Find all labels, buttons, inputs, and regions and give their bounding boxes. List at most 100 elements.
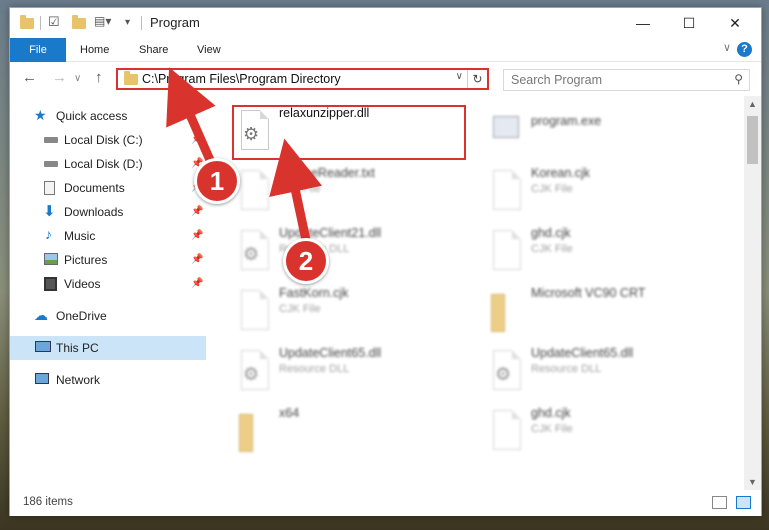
gear-icon: ⚙ bbox=[243, 364, 260, 384]
folder-icon bbox=[124, 71, 138, 85]
file-icon bbox=[489, 170, 523, 214]
divider bbox=[40, 16, 41, 30]
minimize-button[interactable]: — bbox=[620, 8, 666, 38]
star-icon: ★ bbox=[34, 107, 47, 123]
file-name: Microsoft VC90 CRT bbox=[531, 286, 646, 300]
sidebar-item-local-disk-c[interactable]: Local Disk (C:) 📌 bbox=[10, 128, 206, 152]
back-button[interactable]: ← bbox=[22, 69, 37, 86]
file-name: UpdateClient65.dll bbox=[531, 346, 634, 360]
refresh-icon[interactable]: ↻ bbox=[467, 70, 487, 88]
file-type: CJK File bbox=[279, 183, 321, 195]
file-icon bbox=[489, 230, 523, 274]
address-path[interactable]: C:\Program Files\Program Directory bbox=[142, 72, 341, 86]
cloud-icon: ☁ bbox=[34, 307, 48, 323]
sidebar-item-music[interactable]: ♪ Music 📌 bbox=[10, 224, 206, 248]
pin-icon[interactable]: 📌 bbox=[191, 254, 203, 265]
file-item[interactable]: Microsoft VC90 CRT bbox=[483, 282, 723, 338]
close-button[interactable]: ✕ bbox=[712, 8, 758, 38]
file-name: ghd.cjk bbox=[531, 406, 571, 420]
file-type: CJK File bbox=[531, 183, 573, 195]
file-type: Resource DLL bbox=[531, 363, 602, 375]
sidebar-item-onedrive[interactable]: ☁ OneDrive bbox=[10, 304, 206, 328]
sidebar-item-videos[interactable]: Videos 📌 bbox=[10, 272, 206, 296]
step-marker-2: 2 bbox=[283, 238, 329, 284]
sidebar-item-quick-access[interactable]: ★ Quick access bbox=[10, 104, 206, 128]
file-icon bbox=[237, 290, 271, 334]
large-icons-view-icon[interactable] bbox=[736, 496, 751, 509]
navigation-bar: ← → ∨ ↑ C:\Program Files\Program Directo… bbox=[10, 62, 761, 96]
file-name: x64 bbox=[279, 406, 300, 420]
tab-share[interactable]: Share bbox=[125, 38, 182, 62]
tab-home[interactable]: Home bbox=[66, 38, 123, 62]
exe-file-icon bbox=[489, 110, 523, 154]
title-bar: ☑ ▤▾ ▾ Program — ☐ ✕ bbox=[10, 8, 761, 38]
status-bar: 186 items bbox=[10, 490, 761, 516]
music-icon: ♪ bbox=[45, 226, 52, 242]
details-view-icon[interactable] bbox=[712, 496, 727, 509]
scroll-up-icon[interactable]: ▲ bbox=[744, 96, 761, 112]
download-icon: ⬇ bbox=[43, 203, 56, 220]
pin-icon[interactable]: 📌 bbox=[191, 230, 203, 241]
dll-file-icon: ⚙ bbox=[237, 350, 271, 394]
tab-view[interactable]: View bbox=[183, 38, 235, 62]
file-name: UpdateClient21.dll bbox=[279, 226, 382, 240]
new-folder-icon[interactable] bbox=[72, 15, 86, 29]
folder-icon bbox=[20, 15, 34, 29]
forward-button[interactable]: → bbox=[52, 69, 67, 86]
file-type: CJK File bbox=[531, 243, 573, 255]
dll-file-icon: ⚙ bbox=[489, 350, 523, 394]
view-options-icon[interactable]: ▤▾ bbox=[94, 14, 111, 32]
file-item[interactable]: EngineReader.txt CJK File bbox=[231, 162, 471, 218]
gear-icon: ⚙ bbox=[495, 364, 512, 384]
file-item[interactable]: x64 bbox=[231, 402, 471, 458]
file-type: CJK File bbox=[279, 303, 321, 315]
file-item[interactable]: FastKorn.cjk CJK File bbox=[231, 282, 471, 338]
sidebar-item-local-disk-d[interactable]: Local Disk (D:) 📌 bbox=[10, 152, 206, 176]
network-icon bbox=[35, 373, 49, 384]
file-name: Korean.cjk bbox=[531, 166, 591, 180]
chevron-down-icon[interactable]: ∨ bbox=[456, 71, 463, 82]
file-item[interactable]: ⚙ UpdateClient21.dll Resource DLL bbox=[231, 222, 471, 278]
help-icon[interactable]: ? bbox=[737, 42, 752, 57]
sidebar-item-documents[interactable]: Documents 📌 bbox=[10, 176, 206, 200]
file-highlight-box bbox=[232, 105, 466, 160]
file-name: FastKorn.cjk bbox=[279, 286, 349, 300]
pin-icon[interactable]: 📌 bbox=[191, 134, 203, 145]
step-marker-1: 1 bbox=[194, 158, 240, 204]
file-item[interactable]: ghd.cjk CJK File bbox=[483, 222, 723, 278]
search-input[interactable]: Search Program ⚲ bbox=[503, 69, 750, 91]
vertical-scrollbar[interactable]: ▲ ▼ bbox=[744, 96, 761, 490]
file-type: CJK File bbox=[531, 423, 573, 435]
customize-toolbar-icon[interactable]: ▾ bbox=[125, 17, 130, 35]
pin-icon[interactable]: 📌 bbox=[191, 206, 203, 217]
divider bbox=[141, 16, 142, 30]
dll-file-icon: ⚙ bbox=[237, 230, 271, 274]
up-button[interactable]: ↑ bbox=[95, 69, 103, 86]
sidebar-item-this-pc[interactable]: This PC bbox=[10, 336, 206, 360]
window-title: Program bbox=[150, 15, 200, 30]
file-icon bbox=[489, 410, 523, 454]
scroll-down-icon[interactable]: ▼ bbox=[744, 474, 761, 490]
file-item[interactable]: program.exe bbox=[483, 102, 723, 158]
recent-locations-icon[interactable]: ∨ bbox=[74, 73, 81, 84]
chevron-down-icon[interactable]: ∨ bbox=[723, 41, 731, 54]
file-item[interactable]: ⚙ UpdateClient65.dll Resource DLL bbox=[231, 342, 471, 398]
explorer-window: ☑ ▤▾ ▾ Program — ☐ ✕ File Home Share Vie… bbox=[9, 7, 762, 516]
pin-icon[interactable]: 📌 bbox=[191, 278, 203, 289]
sidebar-item-downloads[interactable]: ⬇ Downloads 📌 bbox=[10, 200, 206, 224]
drive-icon bbox=[44, 161, 58, 167]
file-item[interactable]: ghd.cjk CJK File bbox=[483, 402, 723, 458]
scroll-thumb[interactable] bbox=[747, 116, 758, 164]
computer-icon bbox=[35, 341, 51, 352]
sidebar-item-network[interactable]: Network bbox=[10, 368, 206, 392]
navigation-pane: ★ Quick access Local Disk (C:) 📌 Local D… bbox=[10, 96, 206, 490]
sidebar-item-pictures[interactable]: Pictures 📌 bbox=[10, 248, 206, 272]
file-name: ghd.cjk bbox=[531, 226, 571, 240]
file-item[interactable]: Korean.cjk CJK File bbox=[483, 162, 723, 218]
videos-icon bbox=[44, 277, 57, 291]
properties-icon[interactable]: ☑ bbox=[48, 14, 64, 32]
maximize-button[interactable]: ☐ bbox=[666, 8, 712, 38]
search-icon[interactable]: ⚲ bbox=[734, 72, 743, 86]
file-item[interactable]: ⚙ UpdateClient65.dll Resource DLL bbox=[483, 342, 723, 398]
address-bar[interactable]: C:\Program Files\Program Directory ∨ ↻ bbox=[116, 68, 489, 90]
